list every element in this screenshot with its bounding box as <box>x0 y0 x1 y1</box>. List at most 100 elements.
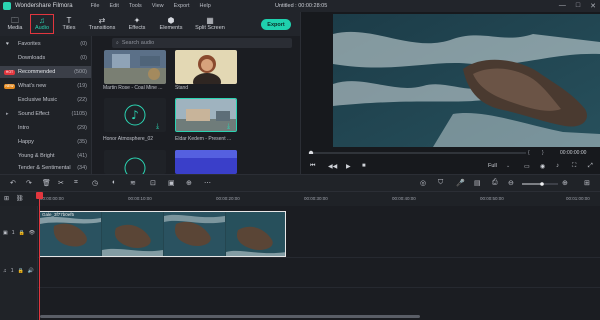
category-favorites[interactable]: ♥ Favorites (0) <box>0 38 91 50</box>
category-count: (34) <box>77 165 87 171</box>
expand-arrow-icon[interactable]: ▸ <box>6 111 9 117</box>
pan-zoom-icon[interactable]: ⊡ <box>150 179 156 187</box>
audio-title: Stand <box>175 85 189 91</box>
preview-scrubber[interactable] <box>308 150 528 154</box>
ruler-tick: 00:00:50:00 <box>480 196 504 201</box>
redo-icon[interactable]: ↷ <box>26 179 32 187</box>
audio-title: Martin Rose - Coal Mine ... <box>103 85 163 91</box>
menu-help[interactable]: Help <box>200 3 211 9</box>
link-icon[interactable]: ⛓ <box>16 195 24 202</box>
category-young-bright[interactable]: Young & Bright (41) <box>0 150 91 162</box>
add-track-icon[interactable]: ⊞ <box>4 195 9 202</box>
tab-transitions[interactable]: ⇄ Transitions <box>86 14 118 34</box>
video-clip[interactable] <box>39 211 286 257</box>
microphone-icon[interactable]: 🎤 <box>456 179 465 187</box>
speed-icon[interactable]: ◷ <box>92 179 98 187</box>
stop-icon[interactable]: ■ <box>362 163 366 169</box>
category-intro[interactable]: Intro (29) <box>0 122 91 134</box>
category-label: Intro <box>18 125 30 131</box>
ruler-tick: 00:00:30:00 <box>304 196 328 201</box>
category-tender-sentimental[interactable]: Tender & Sentimental (34) <box>0 163 91 173</box>
menu-bar: File Edit Tools View Export Help <box>91 3 211 9</box>
menu-view[interactable]: View <box>152 3 164 9</box>
album-art-portrait <box>175 50 237 84</box>
audio-adjust-icon[interactable]: ≋ <box>130 179 136 187</box>
transition-icon: ⇄ <box>98 16 106 25</box>
tab-label: Split Screen <box>195 25 225 31</box>
close-icon[interactable]: ✕ <box>590 2 596 10</box>
tab-titles[interactable]: T Titles <box>58 14 80 34</box>
more-tools-icon[interactable]: ⋯ <box>204 179 211 187</box>
audio-thumbnail[interactable] <box>175 150 237 174</box>
menu-edit[interactable]: Edit <box>109 3 118 9</box>
step-back-icon[interactable]: ⏮ <box>310 163 315 170</box>
volume-icon[interactable]: ♪ <box>556 163 559 169</box>
shield-icon[interactable]: ⛉ <box>438 179 443 187</box>
tab-effects[interactable]: ✦ Effects <box>124 14 150 34</box>
tab-audio[interactable]: ♫ Audio <box>30 14 54 34</box>
zoom-out-icon[interactable]: ⊖ <box>508 179 514 187</box>
effects-icon: ✦ <box>133 16 141 25</box>
timeline-ruler[interactable]: ⊞ ⛓ 00:00:00:00 00:00:10:00 00:00:20:00 … <box>0 192 600 206</box>
chevron-down-icon[interactable]: ⌄ <box>506 163 510 169</box>
audio-thumbnail[interactable] <box>104 150 166 174</box>
category-whats-new[interactable]: NEW What's new (19) <box>0 80 91 92</box>
audio-category-panel: ♥ Favorites (0) Downloads (0) HOT Recomm… <box>0 36 92 174</box>
mark-out-icon[interactable]: } <box>542 150 544 156</box>
category-downloads[interactable]: Downloads (0) <box>0 52 91 64</box>
motion-tracking-icon[interactable]: ⊕ <box>186 179 192 187</box>
lock-icon[interactable]: 🔒 <box>19 230 25 236</box>
green-screen-icon[interactable]: ▣ <box>168 179 175 187</box>
audio-thumbnail[interactable] <box>104 50 166 84</box>
zoom-in-icon[interactable]: ⊕ <box>562 179 568 187</box>
undo-icon[interactable]: ↶ <box>10 179 16 187</box>
timeline-scrollbar[interactable] <box>40 315 420 318</box>
expand-icon[interactable]: ⤢ <box>588 163 593 170</box>
crop-icon[interactable]: ⌗ <box>74 179 78 187</box>
tab-split-screen[interactable]: ▦ Split Screen <box>192 14 228 34</box>
tab-label: Audio <box>34 25 50 31</box>
tab-media[interactable]: 🗀 Media <box>4 14 26 34</box>
delete-icon[interactable]: 🗑 <box>42 179 51 187</box>
zoom-slider[interactable] <box>522 182 558 186</box>
menu-export[interactable]: Export <box>174 3 190 9</box>
maximize-icon[interactable]: □ <box>576 2 580 10</box>
category-happy[interactable]: Happy (35) <box>0 136 91 148</box>
search-box[interactable]: ⌕ <box>112 38 292 48</box>
tab-label: Transitions <box>88 25 116 31</box>
playhead[interactable] <box>39 194 40 320</box>
quality-select[interactable]: Full <box>488 163 497 169</box>
play-icon[interactable]: ▶ <box>346 163 351 170</box>
render-icon[interactable]: ▭ <box>524 163 530 170</box>
search-input[interactable] <box>121 40 282 46</box>
tab-elements[interactable]: ⬢ Elements <box>156 14 186 34</box>
preview-video[interactable] <box>333 14 600 147</box>
export-button[interactable]: Export <box>261 19 291 30</box>
snapshot-icon[interactable]: ⎙ <box>492 179 498 187</box>
timeline-settings-icon[interactable]: ⊞ <box>584 179 590 187</box>
category-sound-effect[interactable]: ▸ Sound Effect (1105) <box>0 108 91 120</box>
snapshot-icon[interactable]: ◉ <box>540 163 545 170</box>
mark-in-icon[interactable]: { <box>528 150 530 156</box>
voiceover-icon[interactable]: ▤ <box>474 179 481 187</box>
fullscreen-icon[interactable]: ⛶ <box>572 163 576 170</box>
minimize-icon[interactable]: — <box>559 2 566 10</box>
category-count: (35) <box>77 139 87 145</box>
color-icon[interactable]: ◐ <box>112 179 116 186</box>
audio-thumbnail[interactable] <box>175 50 237 84</box>
menu-tools[interactable]: Tools <box>129 3 142 9</box>
cut-icon[interactable]: ✂ <box>58 179 64 187</box>
menu-file[interactable]: File <box>91 3 100 9</box>
frame-back-icon[interactable]: ◀◀ <box>328 163 337 170</box>
eye-icon[interactable]: 👁 <box>29 230 35 236</box>
speaker-icon[interactable]: 🔊 <box>28 268 34 274</box>
category-count: (0) <box>80 41 87 47</box>
download-icon[interactable]: ⤓ <box>227 123 230 131</box>
download-icon[interactable]: ⤓ <box>156 123 159 131</box>
category-recommended[interactable]: HOT Recommended (500) <box>0 66 91 78</box>
track-number: 1 <box>11 230 15 236</box>
category-exclusive-music[interactable]: Exclusive Music (22) <box>0 94 91 106</box>
lock-icon[interactable]: 🔒 <box>18 268 24 274</box>
render-preview-icon[interactable]: ◎ <box>420 179 426 187</box>
category-count: (22) <box>77 97 87 103</box>
